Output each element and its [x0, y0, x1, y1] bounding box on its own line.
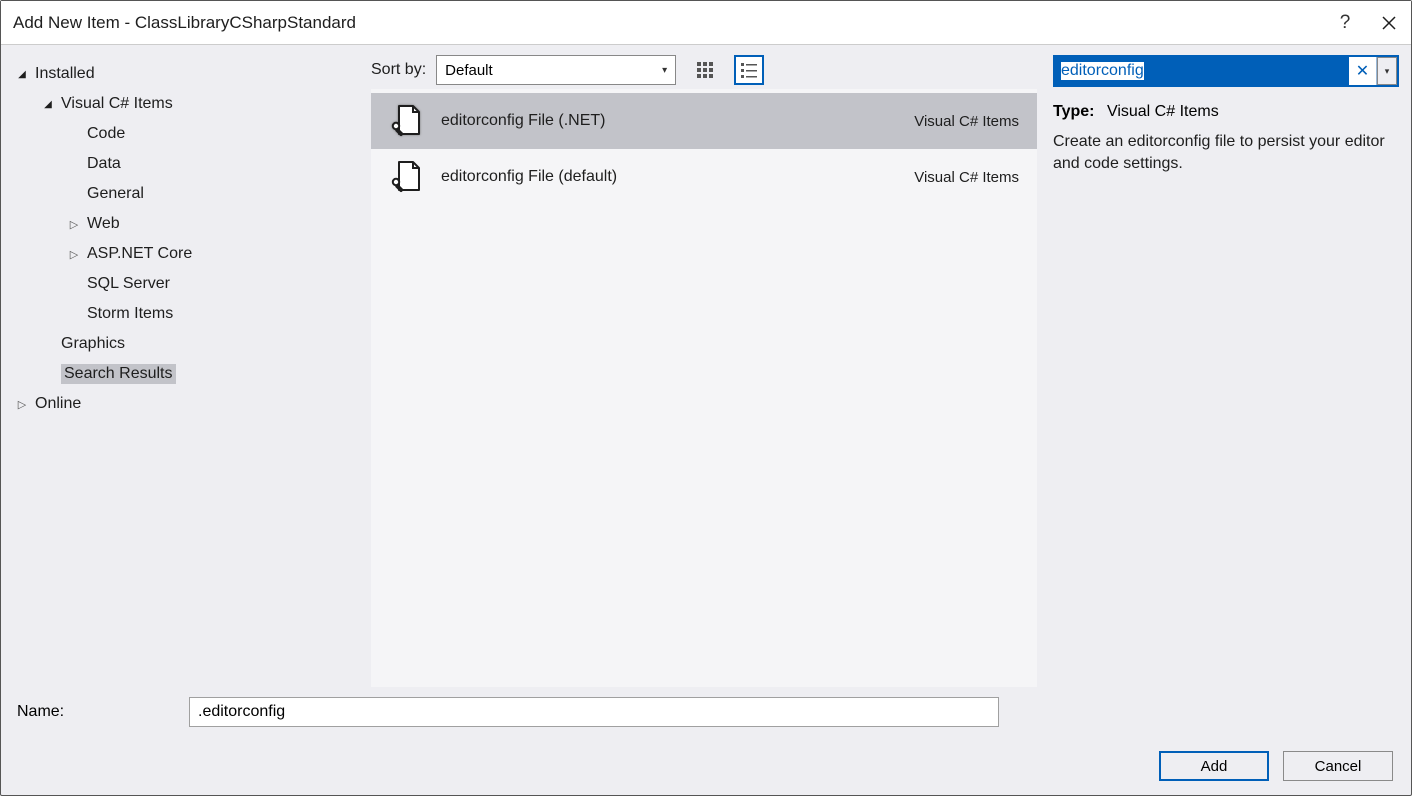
grid-icon	[696, 61, 714, 79]
tree-item-label: Web	[87, 215, 120, 233]
tree-item[interactable]: Search Results	[11, 359, 363, 389]
search-box: ✕ ▾	[1053, 55, 1399, 87]
tree-item[interactable]: Visual C# Items	[11, 89, 363, 119]
cancel-button[interactable]: Cancel	[1283, 751, 1393, 781]
tree-arrow-icon[interactable]	[67, 248, 81, 261]
details-type-value: Visual C# Items	[1107, 103, 1219, 120]
template-list: editorconfig File (.NET)Visual C# Items …	[371, 89, 1037, 687]
name-row: Name:	[17, 697, 1395, 727]
tree-item-label: Storm Items	[87, 305, 173, 323]
tree-item[interactable]: Graphics	[11, 329, 363, 359]
tree-arrow-icon[interactable]	[67, 218, 81, 231]
content-area: Installed Visual C# Items Code Data General W…	[1, 45, 1411, 687]
tree-item-label: SQL Server	[87, 275, 170, 293]
tree-arrow-icon[interactable]	[15, 398, 29, 411]
close-button[interactable]	[1367, 1, 1411, 45]
search-dropdown-button[interactable]: ▾	[1377, 57, 1397, 85]
list-view-button[interactable]	[734, 55, 764, 85]
close-icon: ✕	[1356, 61, 1369, 81]
name-input[interactable]	[189, 697, 999, 727]
tree-arrow-icon[interactable]	[41, 98, 55, 110]
sort-by-value: Default	[445, 62, 493, 79]
tree-item[interactable]: Online	[11, 389, 363, 419]
template-name: editorconfig File (default)	[441, 168, 914, 186]
tree-item-label: Code	[87, 125, 125, 143]
tree-item[interactable]: Data	[11, 149, 363, 179]
template-name: editorconfig File (.NET)	[441, 112, 914, 130]
tree-item[interactable]: Storm Items	[11, 299, 363, 329]
chevron-down-icon: ▾	[662, 65, 667, 76]
tree-item-label: Graphics	[61, 335, 125, 353]
tree-item[interactable]: General	[11, 179, 363, 209]
template-category: Visual C# Items	[914, 169, 1019, 186]
close-icon	[1382, 16, 1396, 30]
tree-item-label: Online	[35, 395, 81, 413]
tree-item-label: Data	[87, 155, 121, 173]
sort-by-select[interactable]: Default ▾	[436, 55, 676, 85]
tree-item-label: ASP.NET Core	[87, 245, 192, 263]
tree-item[interactable]: Code	[11, 119, 363, 149]
tree-item[interactable]: ASP.NET Core	[11, 239, 363, 269]
tree-item-label: Visual C# Items	[61, 95, 173, 113]
search-input[interactable]	[1055, 57, 1349, 85]
toolbar: Sort by: Default ▾	[371, 45, 1041, 89]
center-pane: Sort by: Default ▾	[371, 45, 1041, 687]
titlebar: Add New Item - ClassLibraryCSharpStandar…	[1, 1, 1411, 45]
search-clear-button[interactable]: ✕	[1349, 57, 1377, 85]
grid-view-button[interactable]	[690, 55, 720, 85]
window-title: Add New Item - ClassLibraryCSharpStandar…	[13, 13, 356, 33]
tree-item[interactable]: Web	[11, 209, 363, 239]
file-wrench-icon	[387, 159, 423, 195]
tree-item-label: Search Results	[61, 364, 176, 384]
tree-item[interactable]: Installed	[11, 59, 363, 89]
tree-arrow-icon[interactable]	[15, 68, 29, 80]
details-description: Create an editorconfig file to persist y…	[1053, 131, 1399, 176]
file-wrench-icon	[387, 103, 423, 139]
sort-by-label: Sort by:	[371, 61, 426, 79]
button-row: Add Cancel	[17, 751, 1395, 781]
details-type-label: Type:	[1053, 103, 1094, 120]
tree-item-label: General	[87, 185, 144, 203]
category-tree: Installed Visual C# Items Code Data General W…	[1, 45, 371, 687]
help-button[interactable]: ?	[1323, 1, 1367, 45]
name-label: Name:	[17, 703, 177, 721]
tree-item-label: Installed	[35, 65, 95, 83]
add-button[interactable]: Add	[1159, 751, 1269, 781]
window-buttons: ?	[1323, 1, 1411, 44]
details-pane: ✕ ▾ Type: Visual C# Items Create an edit…	[1041, 45, 1411, 687]
template-row[interactable]: editorconfig File (.NET)Visual C# Items	[371, 93, 1037, 149]
details-type-line: Type: Visual C# Items	[1053, 103, 1399, 121]
template-category: Visual C# Items	[914, 113, 1019, 130]
bottom-bar: Name: Add Cancel	[1, 687, 1411, 795]
list-icon	[740, 61, 758, 79]
add-new-item-dialog: Add New Item - ClassLibraryCSharpStandar…	[0, 0, 1412, 796]
tree-item[interactable]: SQL Server	[11, 269, 363, 299]
chevron-down-icon: ▾	[1385, 66, 1390, 77]
template-row[interactable]: editorconfig File (default)Visual C# Ite…	[371, 149, 1037, 205]
